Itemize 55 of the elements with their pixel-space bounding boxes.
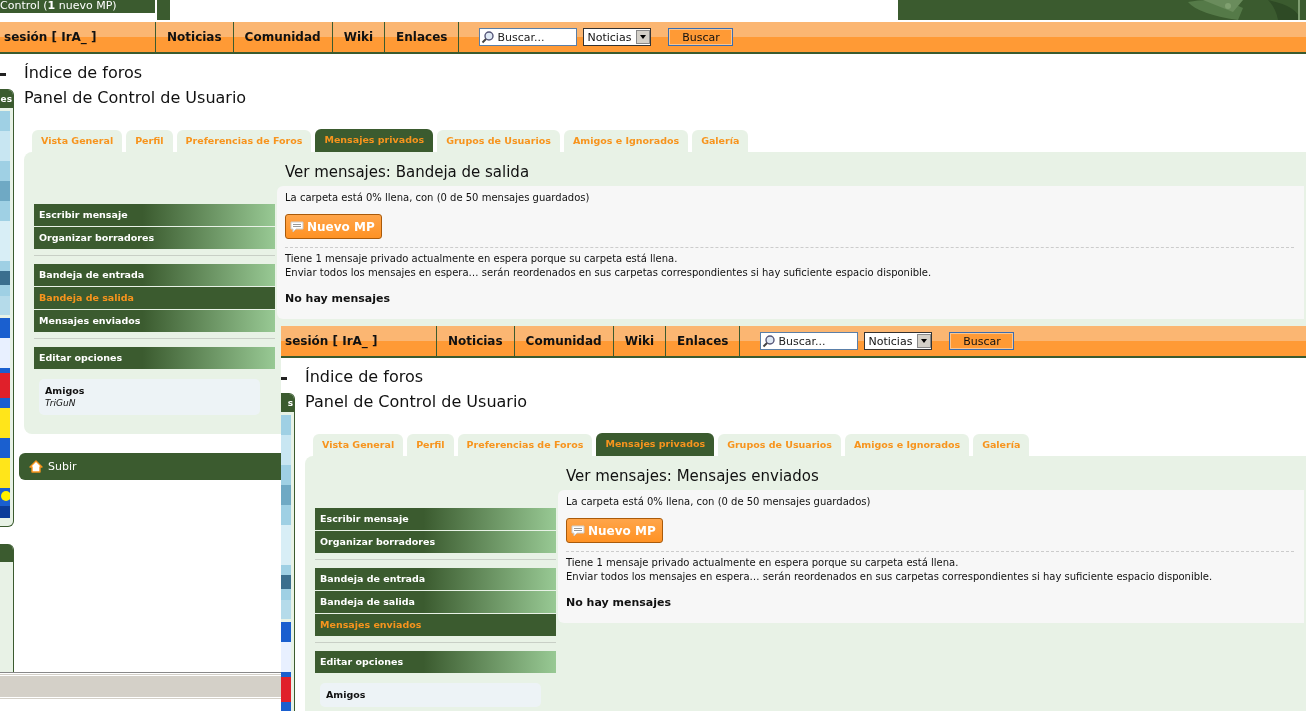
notice-text: Enviar todos los mensajes en espera… serán reordenados en sus carpetas correspondientes si hay suficiente espacio disponible. — [285, 266, 932, 280]
menu-item[interactable]: Escribir mensaje — [34, 204, 275, 226]
page-title: Panel de Control de Usuario — [24, 87, 247, 109]
nav-link[interactable]: Noticias — [156, 22, 234, 52]
notice-text: Enviar todos los mensajes en espera… serán reordenados en sus carpetas correspondientes si hay suficiente espacio disponible. — [566, 570, 1213, 584]
menu-item[interactable]: Bandeja de entrada — [315, 568, 556, 590]
sidebar-box-title: s — [281, 394, 294, 412]
menu-item[interactable]: Editar opciones — [34, 347, 275, 369]
nav-link[interactable]: Comunidad — [233, 22, 333, 52]
notice-text: Tiene 1 mensaje privado actualmente en espera porque su carpeta está llena. — [285, 252, 678, 266]
user-link[interactable]: sesión [ IrA_ ] — [0, 22, 156, 52]
nav-link[interactable]: Noticias — [437, 326, 515, 356]
section-title: Ver mensajes: Mensajes enviados — [566, 467, 819, 485]
section-title: Ver mensajes: Bandeja de salida — [285, 163, 530, 181]
search-icon — [762, 334, 777, 348]
search-field[interactable]: Buscar... — [760, 332, 859, 350]
user-panel-link[interactable]: Control (1 nuevo MP) — [0, 0, 155, 13]
search-button[interactable]: Buscar — [949, 332, 1015, 350]
breadcrumb-link[interactable]: Índice de foros — [305, 366, 424, 388]
friend-link[interactable]: TriGuN — [45, 397, 254, 409]
menu-item[interactable]: Escribir mensaje — [315, 508, 556, 530]
bullet-icon — [281, 377, 287, 380]
menu-item[interactable]: Bandeja de entrada — [34, 264, 275, 286]
menu-item[interactable]: Editar opciones — [315, 651, 556, 673]
back-to-top-link[interactable]: Subir — [48, 460, 77, 473]
nav-link[interactable]: Wiki — [613, 326, 667, 356]
menu-item[interactable]: Organizar borradores — [315, 531, 556, 553]
nav-link[interactable]: Comunidad — [514, 326, 614, 356]
category-select[interactable]: Noticias — [583, 28, 652, 46]
header-block — [157, 0, 170, 20]
menu-item[interactable]: Organizar borradores — [34, 227, 275, 249]
bullet-icon — [0, 73, 6, 76]
search-icon — [481, 30, 496, 44]
friends-heading: Amigos — [326, 688, 367, 701]
category-select[interactable]: Noticias — [864, 332, 933, 350]
nav-link[interactable]: Enlaces — [385, 22, 460, 52]
speech-bubble-icon — [571, 524, 585, 537]
menu-item[interactable]: Bandeja de salida — [315, 591, 556, 613]
breadcrumb-link[interactable]: Índice de foros — [24, 62, 143, 84]
page-title: Panel de Control de Usuario — [305, 391, 528, 413]
search-button[interactable]: Buscar — [668, 28, 734, 46]
home-icon — [29, 460, 43, 473]
sidebar-box-title: es — [0, 90, 13, 108]
speech-bubble-icon — [290, 220, 304, 233]
nav-link[interactable]: Enlaces — [666, 326, 741, 356]
menu-item[interactable]: Mensajes enviados — [34, 310, 275, 332]
search-field[interactable]: Buscar... — [479, 28, 578, 46]
nav-link[interactable]: Wiki — [332, 22, 386, 52]
notice-text: Tiene 1 mensaje privado actualmente en espera porque su carpeta está llena. — [566, 556, 959, 570]
empty-message: No hay mensajes — [285, 292, 390, 305]
friends-heading: Amigos — [45, 384, 86, 397]
user-link[interactable]: sesión [ IrA_ ] — [281, 326, 437, 356]
empty-message: No hay mensajes — [566, 596, 671, 609]
folder-status: La carpeta está 0% llena, con (0 de 50 mensajes guardados) — [285, 191, 590, 205]
folder-status: La carpeta está 0% llena, con (0 de 50 mensajes guardados) — [566, 495, 871, 509]
